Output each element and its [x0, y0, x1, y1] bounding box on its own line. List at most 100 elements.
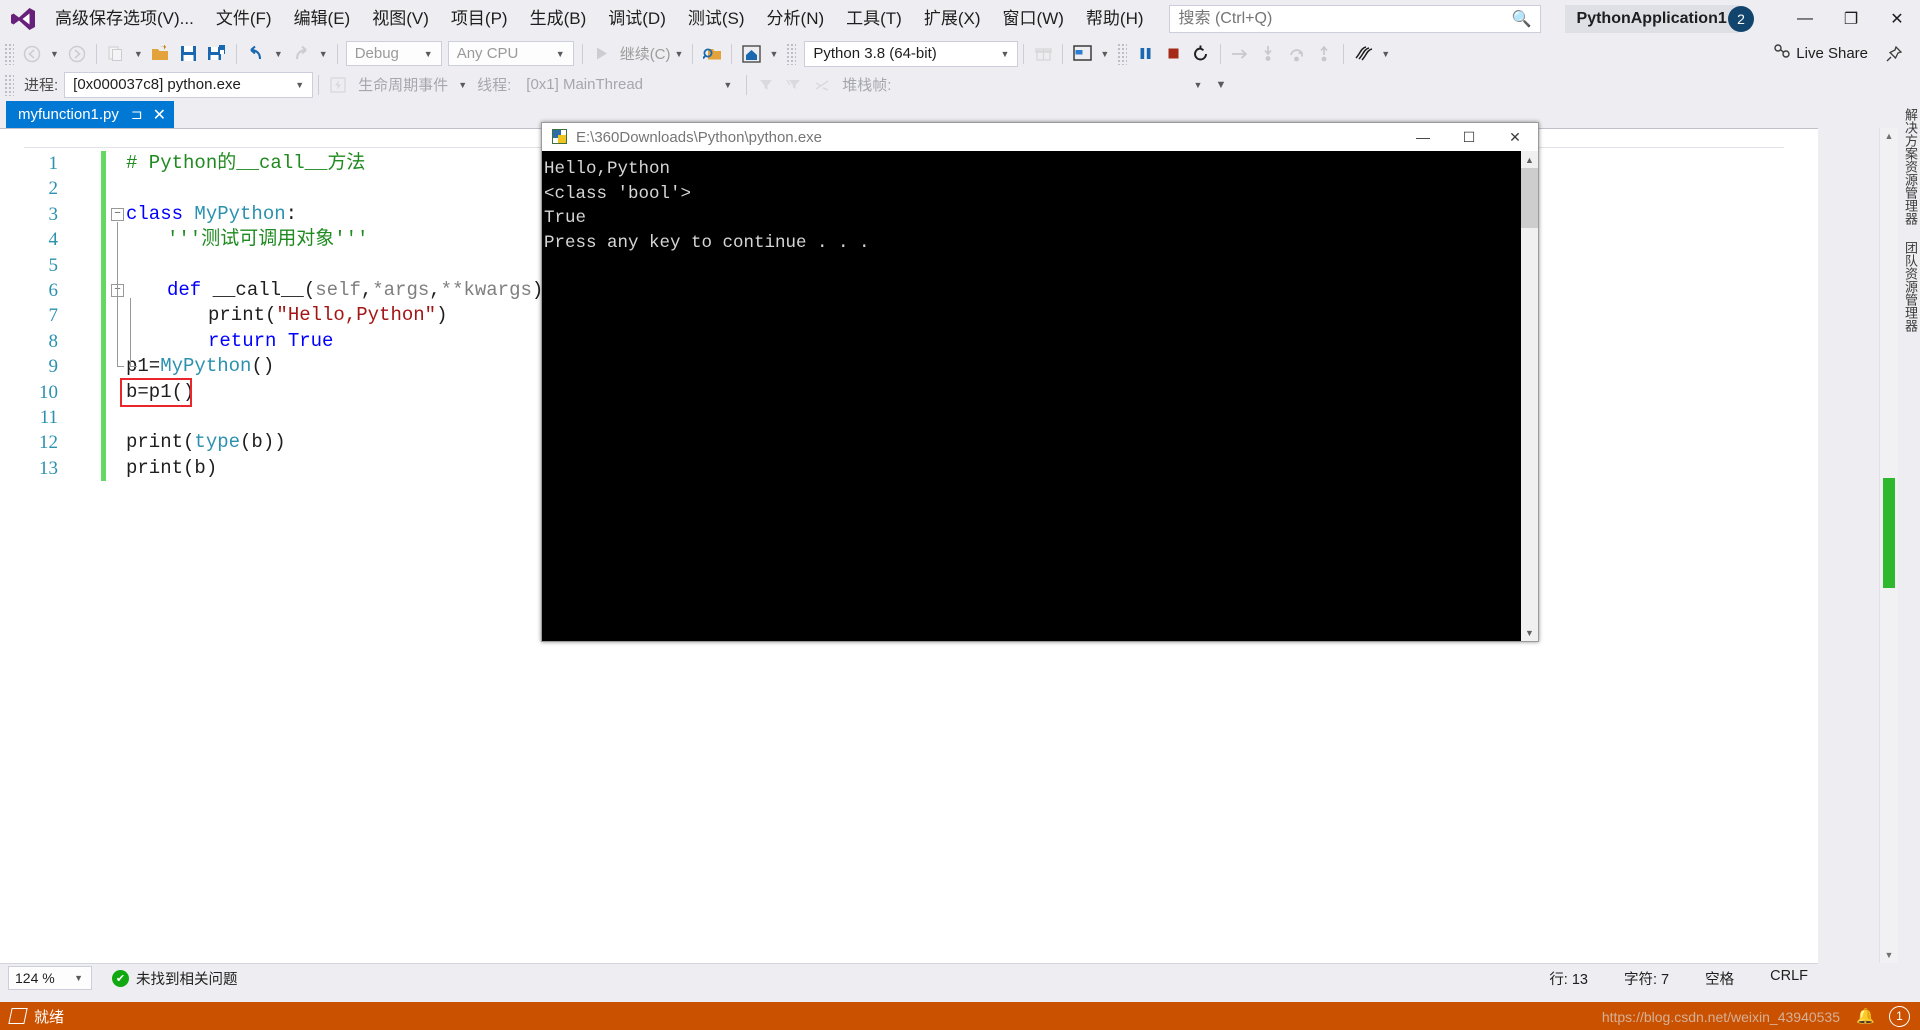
undo-dropdown-icon[interactable]: ▼ [270, 49, 287, 59]
close-button[interactable]: ✕ [1874, 0, 1920, 38]
menu-item-view[interactable]: 视图(V) [361, 5, 440, 33]
fold-guide-foot [130, 366, 137, 368]
notification-badge[interactable]: 2 [1728, 6, 1754, 32]
menu-item-build[interactable]: 生成(B) [519, 5, 598, 33]
menu-item-edit[interactable]: 编辑(E) [283, 5, 362, 33]
toolbar-grip[interactable] [4, 73, 14, 96]
console-minimize-button[interactable]: — [1400, 123, 1446, 151]
platform-combo[interactable]: Any CPU ▼ [447, 41, 574, 66]
menu-item-file[interactable]: 文件(F) [205, 5, 283, 33]
stop-icon[interactable] [1159, 41, 1187, 67]
menu-item-debug[interactable]: 调试(D) [597, 5, 677, 33]
open-folder-icon[interactable] [147, 41, 175, 67]
configuration-combo[interactable]: Debug ▼ [345, 41, 442, 66]
dock-tab-solution-explorer[interactable]: 解决方案资源管理器 [1898, 100, 1920, 233]
start-debug-dropdown-icon[interactable]: ▼ [671, 49, 688, 59]
window-layout-icon[interactable] [1068, 41, 1096, 67]
layout-dropdown-icon[interactable]: ▼ [1096, 49, 1113, 59]
redo-icon[interactable] [287, 41, 315, 67]
code-token: : [285, 202, 298, 225]
fold-toggle-icon[interactable]: − [111, 207, 124, 221]
minimize-button[interactable]: — [1782, 0, 1828, 38]
home-dropdown-icon[interactable]: ▼ [765, 49, 782, 59]
console-scrollbar[interactable]: ▲ ▼ [1521, 151, 1538, 641]
filter-down-icon[interactable] [780, 72, 808, 98]
thread-combo[interactable]: [0x1] MainThread ▼ [517, 71, 742, 98]
scrollbar-thumb[interactable] [1883, 478, 1895, 588]
code-text: class MyPython: [126, 202, 297, 227]
console-title-bar[interactable]: E:\360Downloads\Python\python.exe — ☐ ✕ [542, 123, 1538, 151]
code-text: return True [208, 329, 333, 354]
editor-scrollbar[interactable]: ▲ ▼ [1879, 128, 1898, 963]
pin-icon[interactable] [1880, 41, 1908, 67]
menu-item-window[interactable]: 窗口(W) [992, 5, 1075, 33]
save-icon[interactable] [175, 41, 203, 67]
threads-icon[interactable] [1349, 41, 1377, 67]
menu-item-help[interactable]: 帮助(H) [1075, 5, 1155, 33]
menu-item-advanced-save[interactable]: 高级保存选项(V)... [44, 5, 205, 33]
menu-item-analyze[interactable]: 分析(N) [756, 5, 836, 33]
save-all-icon[interactable] [203, 41, 231, 67]
console-maximize-button[interactable]: ☐ [1446, 123, 1492, 151]
notification-count-badge[interactable]: 1 [1889, 1005, 1910, 1027]
restore-button[interactable]: ❐ [1828, 0, 1874, 38]
python-environment-combo[interactable]: Python 3.8 (64-bit) ▼ [804, 40, 1019, 67]
search-input[interactable] [1169, 7, 1501, 31]
menu-item-extensions[interactable]: 扩展(X) [913, 5, 992, 33]
console-scroll-up-icon[interactable]: ▲ [1521, 151, 1538, 168]
pin-icon[interactable]: ⊐ [131, 106, 143, 123]
toolbar-grip[interactable] [1117, 42, 1128, 65]
console-window[interactable]: E:\360Downloads\Python\python.exe — ☐ ✕ … [541, 122, 1539, 642]
show-next-statement-icon[interactable] [1226, 41, 1254, 67]
gift-icon[interactable] [1029, 41, 1057, 67]
lifecycle-events-icon[interactable] [324, 72, 352, 98]
pause-icon[interactable] [1131, 41, 1159, 67]
stackframe-combo[interactable]: ▼ [897, 72, 1211, 98]
scroll-up-icon[interactable]: ▲ [1880, 128, 1898, 144]
tab-myfunction1[interactable]: myfunction1.py ⊐ ✕ [6, 101, 175, 128]
navigate-back-icon[interactable] [18, 41, 46, 67]
code-token: print [126, 431, 184, 454]
menu-item-test[interactable]: 测试(S) [677, 5, 756, 33]
toolbar-separator [1220, 43, 1222, 64]
step-over-icon[interactable] [1282, 41, 1310, 67]
search-box[interactable]: 🔍 [1168, 5, 1541, 33]
toolbar-grip[interactable] [4, 42, 14, 65]
new-item-dropdown-icon[interactable]: ▼ [130, 49, 147, 59]
shuffle-icon[interactable] [808, 72, 836, 98]
find-in-files-icon[interactable] [698, 41, 726, 67]
scroll-down-icon[interactable]: ▼ [1880, 947, 1898, 963]
menu-item-project[interactable]: 项目(P) [440, 5, 519, 33]
code-token: ) [436, 304, 448, 327]
console-scroll-down-icon[interactable]: ▼ [1521, 624, 1538, 641]
home-icon[interactable] [737, 41, 765, 67]
zoom-level-combo[interactable]: 124 % ▼ [8, 966, 92, 990]
live-share-button[interactable]: Live Share [1773, 43, 1868, 64]
window-controls: 2 — ❐ ✕ [1728, 0, 1920, 38]
toolbar-separator [95, 43, 97, 64]
restart-icon[interactable] [1187, 41, 1215, 67]
bell-icon[interactable]: 🔔 [1856, 1007, 1875, 1025]
step-into-icon[interactable] [1254, 41, 1282, 67]
overflow-icon[interactable]: ▼ [1211, 79, 1230, 91]
threads-dropdown-icon[interactable]: ▼ [1377, 49, 1394, 59]
new-item-icon[interactable] [102, 41, 130, 67]
close-icon[interactable]: ✕ [153, 105, 166, 125]
menu-item-tools[interactable]: 工具(T) [835, 5, 913, 33]
line-number: 7 [48, 305, 59, 327]
navigate-forward-icon[interactable] [63, 41, 91, 67]
play-icon[interactable] [588, 41, 616, 67]
lifecycle-dropdown-icon[interactable]: ▼ [454, 80, 471, 90]
toolbar-grip[interactable] [786, 42, 797, 65]
redo-dropdown-icon[interactable]: ▼ [315, 49, 332, 59]
console-close-button[interactable]: ✕ [1492, 123, 1538, 151]
step-out-icon[interactable] [1310, 41, 1338, 67]
lifecycle-events-label[interactable]: 生命周期事件 [352, 74, 454, 95]
undo-icon[interactable] [242, 41, 270, 67]
console-scrollbar-thumb[interactable] [1521, 168, 1538, 228]
process-combo[interactable]: [0x000037c8] python.exe ▼ [64, 71, 314, 98]
navigate-back-dropdown-icon[interactable]: ▼ [46, 49, 63, 59]
dock-tab-team-explorer[interactable]: 团队资源管理器 [1898, 233, 1920, 340]
start-debug-label[interactable]: 继续(C) [616, 43, 671, 64]
filter-icon[interactable] [752, 72, 780, 98]
